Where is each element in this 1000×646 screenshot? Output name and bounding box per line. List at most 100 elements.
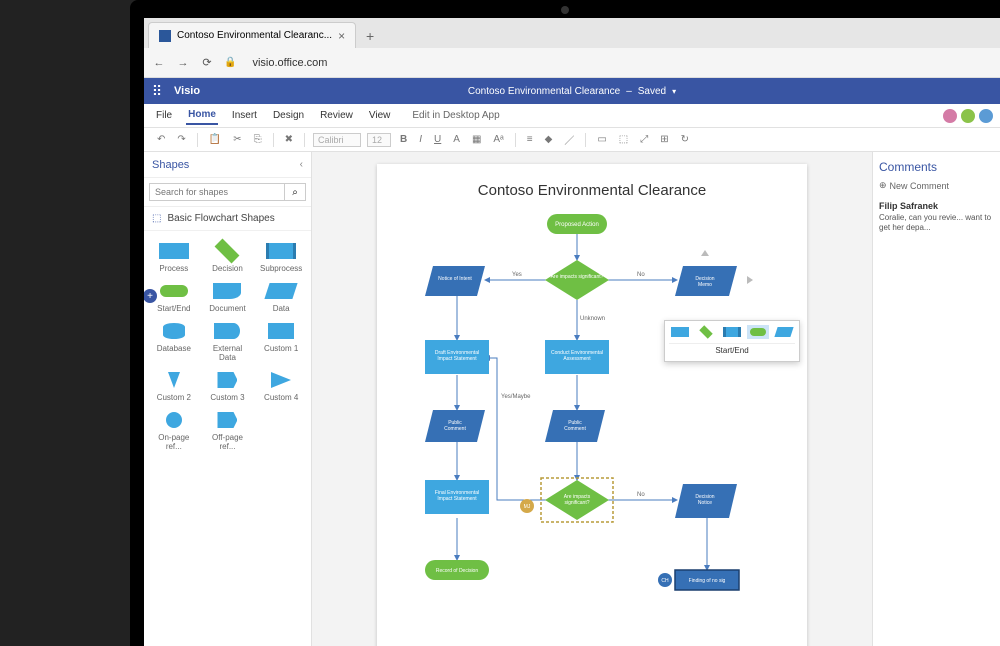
browser-tab-strip: Contoso Environmental Clearanc... × + — [144, 18, 1000, 48]
stencil-icon: ⬚ — [152, 213, 161, 224]
avatar[interactable] — [942, 108, 958, 124]
shapes-header: Shapes — [152, 159, 189, 171]
avatar[interactable] — [978, 108, 994, 124]
redo-icon[interactable]: ↷ — [174, 132, 188, 147]
url-text[interactable]: visio.office.com — [246, 57, 327, 69]
svg-text:Proposed Action: Proposed Action — [555, 222, 599, 228]
comments-header: Comments — [879, 160, 994, 174]
qs-decision[interactable] — [695, 325, 717, 339]
svg-text:Are impactssignificant?: Are impactssignificant? — [564, 494, 591, 506]
shape-custom4[interactable]: Custom 4 — [255, 368, 307, 404]
workspace: Shapes ‹ ⌕ ⬚ Basic Flowchart Shapes + Pr… — [144, 152, 1000, 646]
app-title-bar: ⠿ Visio Contoso Environmental Clearance … — [144, 78, 1000, 104]
browser-tab[interactable]: Contoso Environmental Clearanc... × — [148, 22, 356, 48]
comment-item[interactable]: Filip Safranek Coralie, can you revie...… — [879, 201, 994, 234]
shape-custom3[interactable]: Custom 3 — [202, 368, 254, 404]
rotate-icon[interactable]: ↻ — [678, 132, 692, 147]
svg-text:Unknown: Unknown — [580, 316, 605, 322]
qs-subprocess[interactable] — [721, 325, 743, 339]
ribbon-toolbar: ↶ ↷ 📋 ✂ ⎘ ✖ Calibri 12 B I U A ▦ Aᵃ ≡ ◆ … — [144, 128, 1000, 152]
cut-icon[interactable]: ✂ — [230, 132, 244, 147]
new-tab-button[interactable]: + — [358, 24, 382, 48]
shape-decision[interactable]: Decision — [202, 239, 254, 275]
svg-text:CH: CH — [661, 578, 669, 584]
tab-home[interactable]: Home — [186, 106, 218, 125]
svg-text:Notice of Intent: Notice of Intent — [438, 276, 472, 282]
font-color-icon[interactable]: A — [450, 132, 463, 147]
chevron-down-icon: ▾ — [672, 87, 676, 96]
shapes-panel: Shapes ‹ ⌕ ⬚ Basic Flowchart Shapes + Pr… — [144, 152, 312, 646]
document-title[interactable]: Contoso Environmental Clearance – Saved … — [468, 86, 676, 97]
copy-icon[interactable]: ⎘ — [251, 132, 265, 147]
position-icon[interactable]: ⤢ — [637, 132, 651, 147]
tab-file[interactable]: File — [154, 107, 174, 124]
align-icon[interactable]: ≡ — [524, 132, 536, 147]
underline-icon[interactable]: U — [431, 132, 444, 147]
shape-process[interactable]: Process — [148, 239, 200, 275]
font-size-select[interactable]: 12 — [367, 133, 391, 147]
svg-text:Yes/Maybe: Yes/Maybe — [501, 394, 531, 400]
comment-author: Filip Safranek — [879, 201, 994, 211]
ribbon-tabs: File Home Insert Design Review View Edit… — [144, 104, 1000, 128]
undo-icon[interactable]: ↶ — [154, 132, 168, 147]
canvas[interactable]: Contoso Environmental Clearance — [312, 152, 872, 646]
quick-shapes-popup[interactable]: Start/End — [664, 320, 800, 362]
italic-icon[interactable]: I — [416, 132, 425, 147]
svg-text:Are impacts significant?: Are impacts significant? — [551, 274, 604, 280]
paste-icon[interactable]: 📋 — [206, 132, 224, 147]
shape-onpage-ref[interactable]: On-page ref... — [148, 408, 200, 453]
shape-external-data[interactable]: External Data — [202, 319, 254, 364]
close-tab-icon[interactable]: × — [338, 29, 345, 43]
avatar[interactable] — [960, 108, 976, 124]
refresh-icon[interactable]: ⟳ — [200, 56, 214, 69]
tab-title: Contoso Environmental Clearanc... — [177, 30, 332, 41]
line-icon[interactable]: ／ — [561, 130, 577, 149]
collapse-icon[interactable]: ‹ — [300, 159, 303, 170]
shapes-grid: + Process Decision Subprocess Start/End … — [144, 231, 311, 461]
format-painter-icon[interactable]: ✖ — [282, 132, 296, 147]
presence-avatars — [942, 108, 994, 124]
shape-styles-icon[interactable]: ▭ — [594, 132, 609, 147]
svg-text:Final EnvironmentalImpact Stat: Final EnvironmentalImpact Statement — [435, 490, 479, 502]
search-icon[interactable]: ⌕ — [284, 183, 306, 201]
shape-custom1[interactable]: Custom 1 — [255, 319, 307, 364]
group-icon[interactable]: ⊞ — [657, 132, 671, 147]
fill-icon[interactable]: ◆ — [542, 132, 556, 147]
bold-icon[interactable]: B — [397, 132, 410, 147]
stencil-header[interactable]: ⬚ Basic Flowchart Shapes — [144, 207, 311, 231]
qs-process[interactable] — [669, 325, 691, 339]
app-name: Visio — [170, 85, 200, 97]
forward-icon[interactable]: → — [176, 57, 190, 69]
shape-database[interactable]: Database — [148, 319, 200, 364]
diagram-title: Contoso Environmental Clearance — [377, 164, 807, 209]
edit-in-desktop-link[interactable]: Edit in Desktop App — [404, 110, 499, 121]
svg-text:Finding of no sig: Finding of no sig — [689, 578, 726, 584]
monitor-frame: Contoso Environmental Clearanc... × + ← … — [130, 0, 1000, 646]
shape-subprocess[interactable]: Subprocess — [255, 239, 307, 275]
tab-view[interactable]: View — [367, 107, 393, 124]
flowchart[interactable]: Yes No Unknown Yes/Maybe No Proposed Act… — [377, 210, 777, 646]
qs-startend[interactable] — [747, 325, 769, 339]
tab-review[interactable]: Review — [318, 107, 355, 124]
qs-data[interactable] — [773, 325, 795, 339]
arrange-icon[interactable]: ⬚ — [616, 132, 631, 147]
shape-offpage-ref[interactable]: Off-page ref... — [202, 408, 254, 453]
text-size-icon[interactable]: Aᵃ — [490, 132, 506, 147]
qs-tooltip: Start/End — [669, 343, 795, 357]
shape-search-input[interactable] — [149, 183, 284, 201]
tab-insert[interactable]: Insert — [230, 107, 259, 124]
shape-data[interactable]: Data — [255, 279, 307, 315]
new-comment-button[interactable]: ⊕ New Comment — [879, 180, 994, 191]
comments-panel: Comments ⊕ New Comment Filip Safranek Co… — [872, 152, 1000, 646]
svg-text:Draft EnvironmentalImpact Stat: Draft EnvironmentalImpact Statement — [435, 350, 479, 362]
tab-design[interactable]: Design — [271, 107, 306, 124]
shape-custom2[interactable]: Custom 2 — [148, 368, 200, 404]
highlight-icon[interactable]: ▦ — [469, 132, 484, 147]
back-icon[interactable]: ← — [152, 57, 166, 69]
lock-icon: 🔒 — [224, 57, 236, 68]
app-launcher-icon[interactable]: ⠿ — [144, 78, 170, 104]
drawing-page[interactable]: Contoso Environmental Clearance — [377, 164, 807, 646]
shape-document[interactable]: Document — [202, 279, 254, 315]
font-select[interactable]: Calibri — [313, 133, 361, 147]
svg-text:Record of Decision: Record of Decision — [436, 568, 478, 574]
